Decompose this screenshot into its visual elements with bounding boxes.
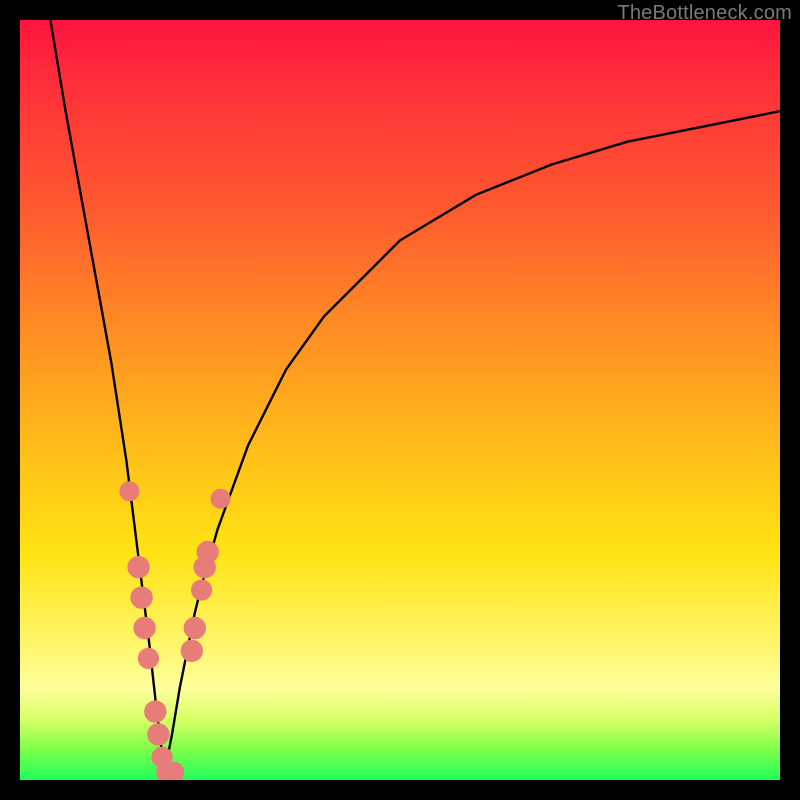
bead-marker xyxy=(181,640,203,662)
bead-marker xyxy=(127,556,149,578)
bead-marker xyxy=(184,617,206,639)
bead-marker xyxy=(197,541,219,563)
bead-marker xyxy=(191,579,212,600)
bead-marker xyxy=(144,700,166,722)
chart-frame: TheBottleneck.com xyxy=(0,0,800,800)
bead-markers xyxy=(119,481,230,780)
bead-marker xyxy=(119,481,139,501)
bead-marker xyxy=(130,586,152,608)
bead-marker xyxy=(133,617,155,639)
bead-marker xyxy=(147,723,169,745)
plot-area xyxy=(20,20,780,780)
watermark-text: TheBottleneck.com xyxy=(617,2,792,25)
bead-marker xyxy=(138,648,159,669)
curve-layer xyxy=(20,20,780,780)
bead-marker xyxy=(211,489,231,509)
right-branch-curve xyxy=(164,111,780,772)
